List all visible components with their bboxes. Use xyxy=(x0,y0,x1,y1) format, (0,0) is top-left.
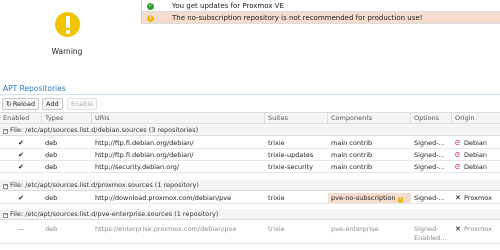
column-header-uris[interactable]: URIs xyxy=(92,113,265,124)
table-row[interactable]: ✔ deb http://ftp.fi.debian.org/debian/ t… xyxy=(0,150,500,161)
section-title: APT Repositories xyxy=(0,82,500,95)
cell-uri: https://enterprise.proxmox.com/debian/pv… xyxy=(95,225,237,233)
column-header-components[interactable]: Components xyxy=(328,113,411,124)
debian-swirl-icon: ᘓ xyxy=(455,163,460,171)
cell-origin: ✕ Proxmox xyxy=(455,225,492,233)
grid-header: Enabled Types URIs Suites Components Opt… xyxy=(0,112,500,124)
add-button[interactable]: Add xyxy=(42,98,63,110)
enabled-check-icon[interactable]: ✔ xyxy=(0,150,42,160)
cell-origin: ᘓ Debian xyxy=(455,163,488,171)
status-message-text: You get updates for Proxmox VE xyxy=(172,2,284,10)
enabled-check-icon[interactable]: ✔ xyxy=(0,138,42,148)
reload-icon: ↻ xyxy=(6,100,12,108)
proxmox-x-icon: ✕ xyxy=(455,194,461,202)
cell-options-line2: Enabled... xyxy=(414,234,447,242)
proxmox-x-icon: ✕ xyxy=(455,225,461,233)
debian-swirl-icon: ᘓ xyxy=(455,139,460,147)
cell-components: pve-enterprise xyxy=(331,225,379,233)
table-row[interactable]: ✔ deb http://security.debian.org/ trixie… xyxy=(0,162,500,173)
cell-components: main contrib xyxy=(331,139,373,147)
cell-type: deb xyxy=(45,151,58,159)
collapse-icon[interactable]: − xyxy=(3,129,8,134)
status-summary: Warning xyxy=(0,0,134,72)
group-header[interactable]: − File: /etc/apt/sources.list.d/debian.so… xyxy=(0,125,500,136)
cell-uri: http://security.debian.org/ xyxy=(95,163,180,171)
collapse-icon[interactable]: − xyxy=(3,213,8,218)
cell-type: deb xyxy=(45,139,58,147)
cell-uri: http://download.proxmox.com/debian/pve xyxy=(95,194,232,202)
status-message-warning: ! The no-subscription repository is not … xyxy=(142,12,500,24)
cell-suite: trixie-updates xyxy=(268,151,314,159)
status-message-list: ✓ You get updates for Proxmox VE ! The n… xyxy=(141,0,500,24)
cell-options: Signed-... xyxy=(414,151,445,159)
cell-options: Signed-... xyxy=(414,194,445,202)
debian-swirl-icon: ᘓ xyxy=(455,151,460,159)
cell-suite: trixie xyxy=(268,139,285,147)
group-header[interactable]: − File: /etc/apt/sources.list.d/proxmox.s… xyxy=(0,180,500,191)
cell-options: Signed-... xyxy=(414,163,445,171)
cell-type: deb xyxy=(45,163,58,171)
enabled-check-icon[interactable]: ✔ xyxy=(0,162,42,172)
table-row[interactable]: ✔ deb http://ftp.fi.debian.org/debian/ t… xyxy=(0,138,500,149)
toolbar: ↻Reload Add Enable xyxy=(0,96,500,112)
status-label: Warning xyxy=(51,47,83,56)
cell-suite: trixie xyxy=(268,225,285,233)
enabled-check-icon[interactable]: ✔ xyxy=(0,193,42,203)
cell-components: pve-no-subscription! xyxy=(328,193,411,203)
cell-options: Signed-... xyxy=(414,139,445,147)
cell-components: main contrib xyxy=(331,151,373,159)
column-header-enabled[interactable]: Enabled xyxy=(0,113,42,124)
cell-origin: ᘓ Debian xyxy=(455,151,488,159)
cell-origin: ᘓ Debian xyxy=(455,139,488,147)
cell-suite: trixie xyxy=(268,194,285,202)
enable-button[interactable]: Enable xyxy=(67,98,98,110)
cell-origin: ✕ Proxmox xyxy=(455,194,492,202)
collapse-icon[interactable]: − xyxy=(3,184,8,189)
disabled-dash-icon[interactable]: — xyxy=(0,224,42,234)
table-row[interactable]: ✔ deb http://download.proxmox.com/debian… xyxy=(0,193,500,204)
repositories-grid: Enabled Types URIs Suites Components Opt… xyxy=(0,112,500,250)
column-header-suites[interactable]: Suites xyxy=(265,113,328,124)
cell-type: deb xyxy=(45,225,58,233)
table-row[interactable]: — deb https://enterprise.proxmox.com/deb… xyxy=(0,222,500,244)
column-header-origin[interactable]: Origin xyxy=(452,113,500,124)
warning-circle-icon: ! xyxy=(397,197,404,203)
cell-components: main contrib xyxy=(331,163,373,171)
check-circle-icon: ✓ xyxy=(147,2,154,10)
cell-uri: http://ftp.fi.debian.org/debian/ xyxy=(95,151,194,159)
warning-icon xyxy=(55,12,80,37)
column-header-options[interactable]: Options xyxy=(411,113,452,124)
group-header[interactable]: − File: /etc/apt/sources.list.d/pve-enter… xyxy=(0,209,500,220)
cell-uri: http://ftp.fi.debian.org/debian/ xyxy=(95,139,194,147)
cell-type: deb xyxy=(45,194,58,202)
column-header-types[interactable]: Types xyxy=(42,113,92,124)
status-message-text: The no-subscription repository is not re… xyxy=(172,14,423,22)
status-message-ok: ✓ You get updates for Proxmox VE xyxy=(142,0,500,12)
cell-suite: trixie-security xyxy=(268,163,313,171)
reload-button[interactable]: ↻Reload xyxy=(2,98,39,110)
warning-circle-icon: ! xyxy=(147,14,154,22)
